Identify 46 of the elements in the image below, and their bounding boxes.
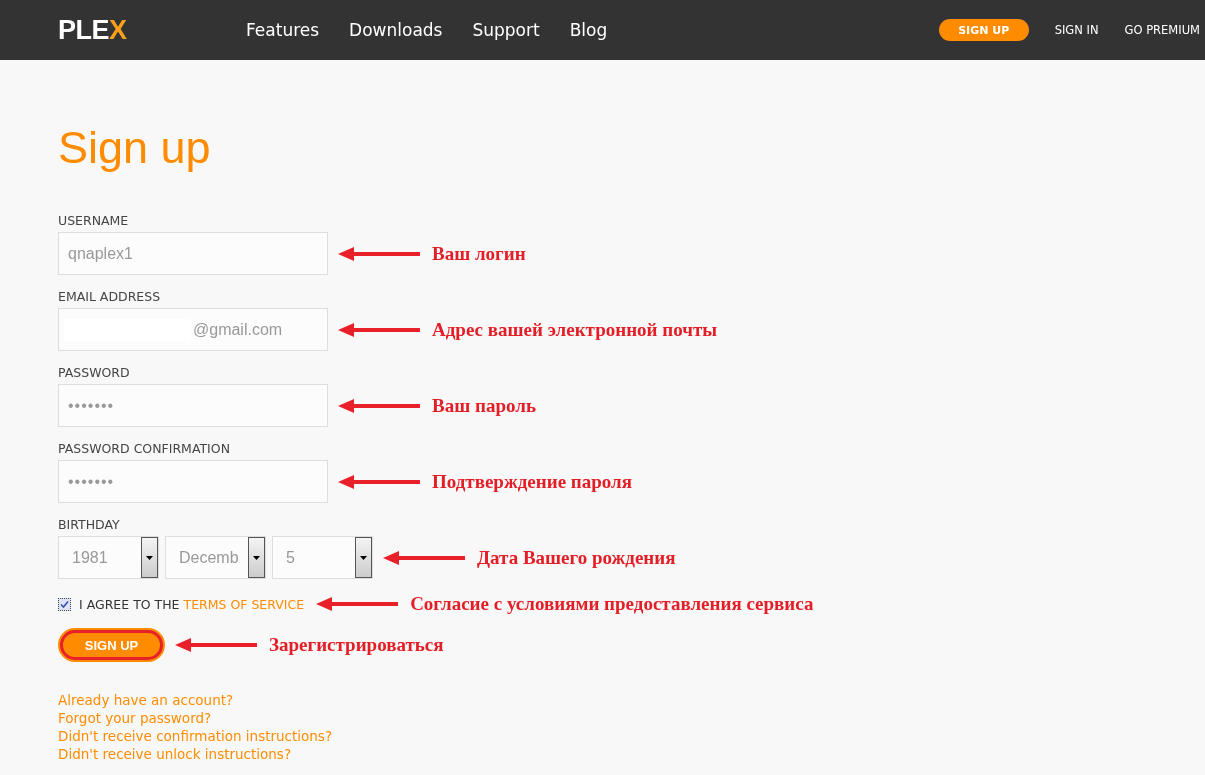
nav-link[interactable]: Features <box>246 20 320 40</box>
dropdown[interactable]: 1981 <box>58 536 159 579</box>
field-label: USERNAME <box>58 214 130 230</box>
field-label: PASSWORD CONFIRMATION <box>58 442 231 458</box>
field-label: BIRTHDAY <box>58 518 121 534</box>
dropdown[interactable]: 5 <box>272 536 373 579</box>
arrow-icon <box>175 638 257 652</box>
go-premium-link[interactable]: GO PREMIUM <box>1124 23 1200 37</box>
annotation: Согласие с условиями предоставления сервиса <box>410 593 814 615</box>
sign-up-button[interactable]: SIGN UP <box>938 19 1029 41</box>
help-link[interactable]: Already have an account? <box>58 691 1205 709</box>
input-field[interactable]: @gmail.com <box>58 308 328 351</box>
nav-link[interactable]: Downloads <box>349 20 443 40</box>
annotation: Подтверждение пароля <box>432 470 633 493</box>
arrow-icon <box>338 474 420 489</box>
arrow-icon <box>338 246 420 261</box>
help-link[interactable]: Didn't receive unlock instructions? <box>58 745 1205 763</box>
nav-link[interactable]: Blog <box>569 20 608 40</box>
annotation: Дата Вашего рождения <box>477 546 676 569</box>
dropdown[interactable]: Decemb <box>165 536 266 579</box>
arrow-icon <box>338 398 420 413</box>
arrow-icon <box>383 550 465 565</box>
sign-up-button[interactable]: SIGN UP <box>58 628 165 662</box>
field-label: EMAIL ADDRESS <box>58 290 162 306</box>
annotation: Адрес вашей электронной почты <box>432 318 718 341</box>
arrow-icon <box>316 597 399 611</box>
field-label: PASSWORD <box>58 366 131 382</box>
annotation: Зарегистрироваться <box>269 634 444 656</box>
nav-link[interactable]: Support <box>472 20 540 40</box>
help-link[interactable]: Didn't receive confirmation instructions? <box>58 727 1205 745</box>
agree-label: I AGREE TO THE <box>79 596 180 612</box>
input-field[interactable]: ••••••• <box>58 384 328 427</box>
sign-in-link[interactable]: SIGN IN <box>1054 23 1099 37</box>
arrow-icon <box>338 322 420 337</box>
checkbox[interactable] <box>58 597 71 611</box>
page-title: Sign up <box>58 122 212 174</box>
annotation: Ваш логин <box>432 242 526 265</box>
help-link[interactable]: Forgot your password? <box>58 709 1205 727</box>
terms-link[interactable]: TERMS OF SERVICE <box>183 596 305 612</box>
annotation: Ваш пароль <box>432 394 536 417</box>
caret-icon <box>253 555 260 560</box>
caret-icon <box>360 555 367 560</box>
logo[interactable]: PLEX <box>58 14 246 46</box>
input-field[interactable]: ••••••• <box>58 460 328 503</box>
caret-icon <box>146 555 153 560</box>
input-field[interactable]: qnaplex1 <box>58 232 328 275</box>
